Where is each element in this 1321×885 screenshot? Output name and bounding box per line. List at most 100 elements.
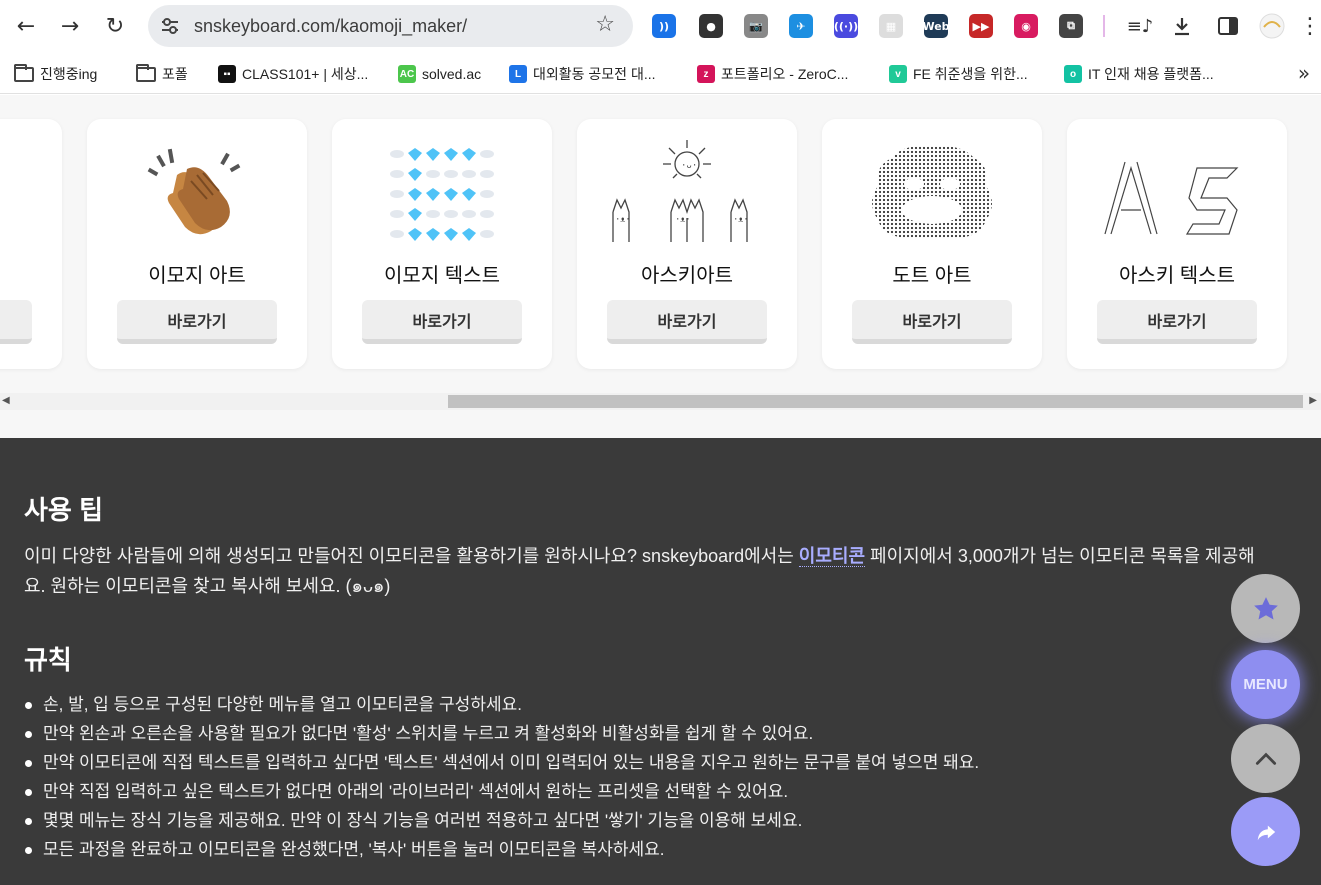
card-title: 이모지 아트 (148, 265, 246, 287)
diamond-emoji-icon (408, 228, 422, 241)
bookmark-item[interactable]: 진행중ing (14, 63, 97, 85)
side-panel-button[interactable] (1212, 10, 1244, 42)
bookmark-label: solved.ac (422, 66, 482, 82)
bookmark-item[interactable]: o IT 인재 채용 플랫폼... (1064, 63, 1214, 85)
bookmark-item[interactable]: L 대외활동 공모전 대... (509, 63, 656, 85)
forward-button[interactable]: → (54, 10, 86, 42)
usage-tips-section: 사용 팁 이미 다양한 사람들에 의해 생성되고 만들어진 이모티콘을 활용하기… (0, 438, 1321, 885)
bookmark-label: 진행중ing (40, 66, 98, 82)
url-text[interactable]: snskeyboard.com/kaomoji_maker/ (194, 16, 467, 37)
bookmark-item[interactable]: v FE 취준생을 위한... (889, 63, 1028, 85)
cloud-emoji-icon (426, 210, 440, 218)
folder-icon (136, 63, 156, 82)
scroll-left-arrow-icon[interactable]: ◀ (2, 395, 10, 406)
bookmark-label: 포폴 (162, 66, 188, 82)
cloud-emoji-icon (480, 230, 494, 238)
web-extension-icon[interactable]: Web (922, 14, 950, 38)
ascii-text-art (1087, 137, 1267, 249)
card-title: 도트 아트 (892, 265, 972, 287)
svg-text:·ᴥ·: ·ᴥ· (733, 215, 749, 225)
wave-extension-icon[interactable]: )) (652, 14, 676, 38)
bookmark-item[interactable]: AC solved.ac (398, 63, 481, 85)
go-button-partial[interactable] (0, 300, 32, 344)
platform-icon: o (1064, 65, 1082, 83)
tool-card-emoji-text: 이모지 텍스트 바로가기 (332, 119, 552, 369)
go-button-ascii-art[interactable]: 바로가기 (607, 300, 767, 344)
cloud-emoji-icon (480, 170, 494, 178)
cloud-emoji-icon (480, 210, 494, 218)
horizontal-scrollbar[interactable]: ◀ ▶ (0, 393, 1321, 410)
puzzle-extension-icon[interactable]: ⧉ (1059, 14, 1083, 38)
menu-fab-button[interactable]: MENU (1231, 650, 1300, 719)
scrollbar-thumb[interactable] (448, 395, 1303, 408)
bookmark-item[interactable]: z 포트폴리오 - ZeroC... (697, 63, 848, 85)
tips-text: 페이지에서 3,000개가 넘는 이모티콘 목록을 제공해 (865, 546, 1255, 566)
more-bookmarks-button[interactable]: » (1288, 57, 1320, 89)
favorite-fab-button[interactable] (1231, 574, 1300, 643)
forward-arrow-icon: → (60, 13, 80, 39)
playlist-icon: ≡♪ (1126, 15, 1154, 37)
menu-fab-label: MENU (1243, 676, 1288, 693)
cloud-emoji-icon (390, 150, 404, 158)
go-button-emoji-text[interactable]: 바로가기 (362, 300, 522, 344)
camera-extension-icon[interactable]: 📷 (744, 14, 768, 38)
folder-icon (14, 63, 34, 82)
go-button-ascii-text[interactable]: 바로가기 (1097, 300, 1257, 344)
color-picker-extension-icon[interactable]: ◉ (1014, 14, 1038, 38)
downloads-button[interactable] (1166, 10, 1198, 42)
go-button-emoji-art[interactable]: 바로가기 (117, 300, 277, 344)
diamond-emoji-icon (462, 188, 476, 201)
card-title: 이모지 텍스트 (384, 265, 500, 287)
forward-extension-icon[interactable]: ▶▶ (969, 14, 993, 38)
cloud-emoji-icon (480, 190, 494, 198)
bookmark-star-icon[interactable]: ☆ (595, 12, 615, 37)
dot-art (842, 137, 1022, 249)
class101-icon: ▪▪ (218, 65, 236, 83)
reload-button[interactable]: ↻ (99, 10, 131, 42)
diamond-emoji-icon (444, 188, 458, 201)
diamond-emoji-icon (444, 148, 458, 161)
tool-card-emoji-art: 이모지 아트 바로가기 (87, 119, 307, 369)
star-icon (1253, 596, 1278, 619)
emoticon-link[interactable]: 이모티콘 (798, 546, 866, 567)
media-controls-button[interactable]: ≡♪ (1124, 10, 1156, 42)
address-bar[interactable]: snskeyboard.com/kaomoji_maker/ ☆ (148, 5, 633, 47)
cloud-emoji-icon (390, 170, 404, 178)
rule-item: 만약 왼손과 오른손을 사용할 필요가 없다면 '활성' 스위치를 누르고 켜 … (24, 719, 979, 748)
diamond-emoji-icon (426, 148, 440, 161)
bookmark-label: FE 취준생을 위한... (913, 66, 1028, 82)
clap-emoji-art (107, 137, 287, 249)
cloud-emoji-icon (480, 150, 494, 158)
double-chevron-icon: » (1297, 61, 1311, 85)
emoji-grid-art (352, 137, 532, 249)
tips-text: 요. 원하는 이모티콘을 찾고 복사해 보세요. (๑ᴗ๑) (24, 576, 391, 596)
tips-paragraph: 이미 다양한 사람들에 의해 생성되고 만들어진 이모티콘을 활용하기를 원하시… (24, 541, 1321, 601)
bookmark-item[interactable]: 포폴 (136, 63, 188, 85)
tool-card-dot-art: 도트 아트 바로가기 (822, 119, 1042, 369)
back-arrow-icon: ← (16, 13, 36, 39)
bookmark-label: CLASS101+ | 세상... (242, 66, 369, 82)
browser-menu-button[interactable]: ⋮ (1299, 10, 1321, 42)
linkareer-icon: L (509, 65, 527, 83)
profile-button[interactable] (1256, 10, 1288, 42)
chevron-up-icon (1255, 752, 1276, 765)
cloud-emoji-icon (444, 170, 458, 178)
dark-circle-extension-icon[interactable]: ● (699, 14, 723, 38)
scroll-right-arrow-icon[interactable]: ▶ (1309, 395, 1317, 406)
cloud-emoji-icon (444, 210, 458, 218)
back-button[interactable]: ← (10, 10, 42, 42)
share-fab-button[interactable] (1231, 797, 1300, 866)
card-title: 아스키아트 (641, 265, 733, 287)
go-button-dot-art[interactable]: 바로가기 (852, 300, 1012, 344)
signal-extension-icon[interactable]: ((·)) (834, 14, 858, 38)
zerocho-icon: z (697, 65, 715, 83)
scroll-top-fab-button[interactable] (1231, 724, 1300, 793)
bookmark-label: 대외활동 공모전 대... (533, 66, 656, 82)
diamond-emoji-icon (408, 168, 422, 181)
bookmark-item[interactable]: ▪▪ CLASS101+ | 세상... (218, 63, 368, 85)
svg-text:·ᴥ·: ·ᴥ· (675, 215, 691, 225)
faded-extension-icon[interactable]: ▦ (879, 14, 903, 38)
bird-extension-icon[interactable]: ✈ (789, 14, 813, 38)
diamond-emoji-icon (426, 228, 440, 241)
site-settings-icon[interactable] (160, 16, 180, 36)
